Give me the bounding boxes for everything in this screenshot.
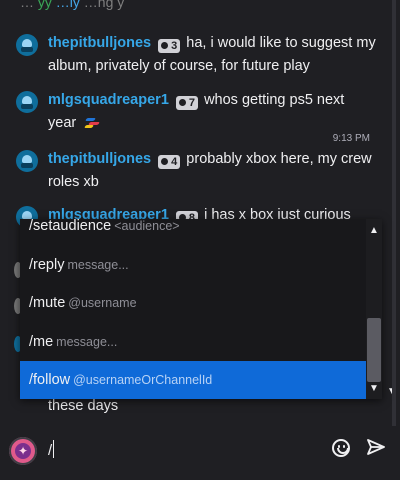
level-badge: 3 bbox=[158, 39, 181, 53]
command-autocomplete: /setaudience <audience> /reply message... … bbox=[20, 219, 382, 399]
command-option[interactable]: /me message... bbox=[20, 323, 366, 361]
chat-message: thepitbulljones 4 probably xbox here, my… bbox=[16, 148, 376, 194]
chat-input[interactable]: / bbox=[48, 438, 324, 464]
playstation-icon bbox=[84, 116, 102, 128]
text-caret bbox=[53, 440, 55, 458]
partial-text: … bbox=[20, 0, 34, 10]
command-option[interactable]: /setaudience <audience> bbox=[20, 219, 366, 245]
username[interactable]: mlgsquadreaper1 bbox=[48, 92, 169, 108]
chat-input-bar: ✦ / bbox=[0, 426, 400, 480]
command-argument: message... bbox=[56, 335, 118, 349]
command-name: /reply bbox=[29, 257, 65, 273]
command-option[interactable]: /reply message... bbox=[20, 246, 366, 284]
avatar[interactable] bbox=[16, 34, 38, 56]
send-icon[interactable] bbox=[366, 438, 386, 456]
command-name: /me bbox=[29, 334, 54, 350]
avatar[interactable] bbox=[16, 150, 38, 172]
emoji-icon[interactable] bbox=[332, 439, 350, 457]
command-option[interactable]: /mute @username bbox=[20, 284, 366, 322]
command-argument: <audience> bbox=[114, 219, 180, 233]
partial-text-green: yy bbox=[37, 0, 52, 10]
chat-scrollbar[interactable] bbox=[392, 0, 396, 426]
command-argument: message... bbox=[67, 258, 129, 272]
command-argument: @usernameOrChannelId bbox=[73, 373, 213, 387]
chat-message: mlgsquadreaper1 7 whos getting ps5 next … bbox=[16, 89, 376, 135]
timestamp: 9:13 PM bbox=[332, 133, 370, 144]
username[interactable]: thepitbulljones bbox=[48, 35, 151, 51]
scroll-up-arrow-icon[interactable]: ▲ bbox=[368, 225, 380, 237]
command-argument: @username bbox=[68, 296, 137, 310]
username[interactable]: thepitbulljones bbox=[48, 151, 151, 167]
command-name: /setaudience bbox=[29, 219, 112, 234]
avatar[interactable] bbox=[16, 91, 38, 113]
command-name: /follow bbox=[29, 372, 71, 388]
command-name: /mute bbox=[29, 295, 66, 311]
level-badge: 7 bbox=[175, 96, 199, 110]
scrollbar-thumb[interactable] bbox=[367, 318, 381, 382]
partial-message-top: … yy …ly …ng y bbox=[20, 0, 124, 14]
chat-message: thepitbulljones 3 ha, i would like to su… bbox=[16, 32, 376, 78]
scroll-down-arrow-icon[interactable]: ▼ bbox=[368, 383, 380, 395]
partial-text-blue: …ly bbox=[55, 0, 80, 10]
level-badge: 4 bbox=[158, 155, 181, 169]
command-option-selected[interactable]: /follow @usernameOrChannelId bbox=[20, 361, 366, 399]
autocomplete-scrollbar[interactable]: ▲ ▼ bbox=[366, 219, 382, 399]
app-logo-icon[interactable]: ✦ bbox=[9, 437, 37, 465]
partial-text-end: …ng y bbox=[83, 0, 125, 10]
message-text: these days bbox=[48, 398, 119, 414]
